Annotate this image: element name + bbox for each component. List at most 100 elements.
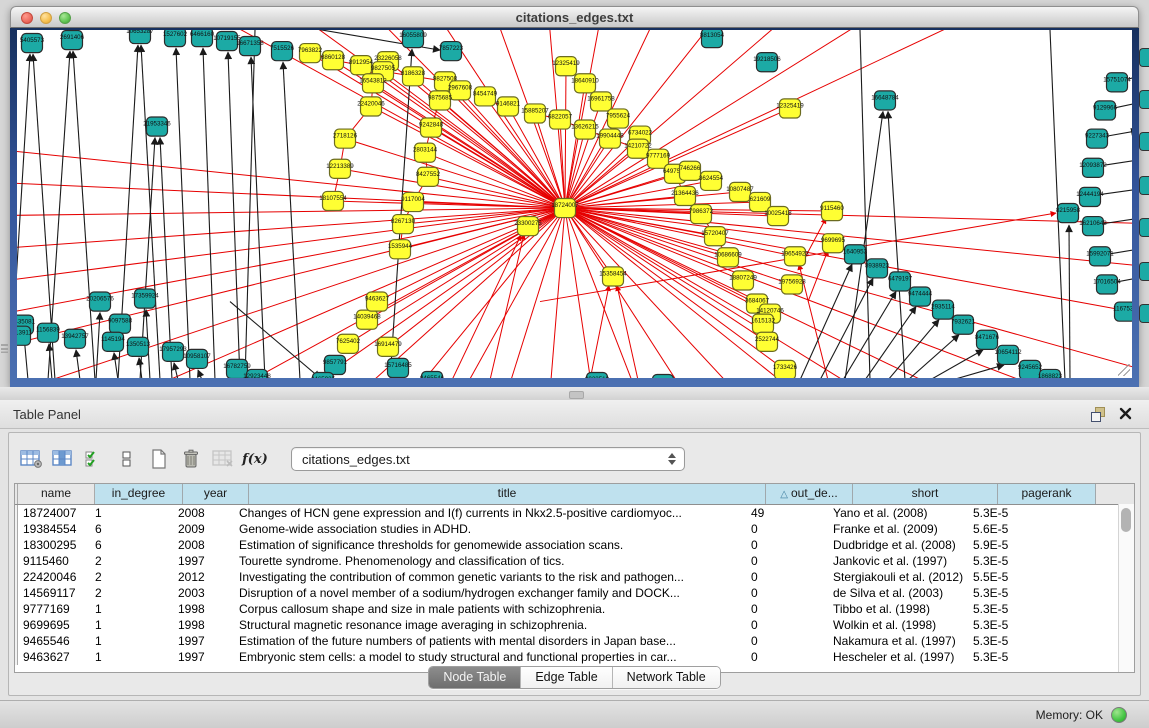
row-selection-icon[interactable] <box>81 446 109 472</box>
cell-title: Changes of HCN gene expression and I(f) … <box>234 505 746 521</box>
column-header-short[interactable]: short <box>853 484 998 504</box>
svg-text:9857791: 9857791 <box>323 359 348 366</box>
tab-edge-table[interactable]: Edge Table <box>521 667 612 688</box>
import-table-icon <box>209 446 237 472</box>
svg-text:16914479: 16914479 <box>374 341 402 348</box>
svg-text:16210643: 16210643 <box>1079 220 1107 227</box>
network-window-titlebar[interactable]: citations_edges.txt <box>10 6 1139 28</box>
table-row[interactable]: 911546021997Tourette syndrome. Phenomeno… <box>15 553 1134 569</box>
column-header-year[interactable]: year <box>183 484 249 504</box>
svg-text:9827505: 9827505 <box>371 65 396 72</box>
tab-network-table[interactable]: Network Table <box>613 667 720 688</box>
split-divider[interactable] <box>0 387 1149 400</box>
cell-short: Jankovic et al. (1997) <box>828 553 968 569</box>
table-tabbar: Node TableEdge TableNetwork Table <box>9 665 1140 689</box>
svg-text:10807487: 10807487 <box>726 186 754 193</box>
svg-text:1640953: 1640953 <box>843 248 868 255</box>
column-header-name[interactable]: name <box>18 484 95 504</box>
svg-text:3624554: 3624554 <box>699 175 724 182</box>
cell-short: Franke et al. (2009) <box>828 521 968 537</box>
svg-text:7932621: 7932621 <box>951 319 976 326</box>
svg-text:3313911: 3313911 <box>17 330 32 337</box>
svg-text:8813054: 8813054 <box>700 32 725 39</box>
svg-text:16648784: 16648784 <box>871 94 899 101</box>
svg-text:10653287: 10653287 <box>126 30 154 35</box>
cell-name: 9465546 <box>18 633 90 649</box>
panel-title: Table Panel <box>13 407 81 422</box>
scrollbar-thumb[interactable] <box>1121 508 1131 532</box>
table-row[interactable]: 2242004622012Investigating the contribut… <box>15 569 1134 585</box>
cell-title: Estimation of significance thresholds fo… <box>234 537 746 553</box>
cell-short: de Silva et al. (2003) <box>828 585 968 601</box>
table-row[interactable]: 946362711997Embryonic stem cells: a mode… <box>15 649 1134 665</box>
svg-text:7963822: 7963822 <box>298 47 323 54</box>
cell-year: 1998 <box>173 617 234 633</box>
cell-pagerank: 5.6E-5 <box>968 521 1061 537</box>
svg-text:1435081: 1435081 <box>17 319 36 326</box>
svg-text:15992071: 15992071 <box>1086 250 1114 257</box>
cell-name: 19384554 <box>18 521 90 537</box>
cell-out_de: 0 <box>746 617 828 633</box>
left-gutter-grip[interactable] <box>1 344 8 353</box>
delete-table-icon[interactable] <box>177 446 205 472</box>
svg-text:5405573: 5405573 <box>20 37 45 44</box>
table-row[interactable]: 1830029562008Estimation of significance … <box>15 537 1134 553</box>
column-header-out_de[interactable]: △out_de... <box>766 484 853 504</box>
svg-text:9875685: 9875685 <box>428 94 453 101</box>
table-row[interactable]: 946554611997Estimation of the future num… <box>15 633 1134 649</box>
cell-pagerank: 5.3E-5 <box>968 617 1061 633</box>
svg-text:1733426: 1733426 <box>773 364 798 371</box>
memory-status-label: Memory: OK <box>1036 708 1103 722</box>
cell-pagerank: 5.3E-5 <box>968 553 1061 569</box>
svg-text:18724007: 18724007 <box>551 202 579 209</box>
svg-text:23300275: 23300275 <box>514 220 542 227</box>
tab-node-table[interactable]: Node Table <box>429 667 521 688</box>
network-graph: 5405573269140610653287152760264661601071… <box>17 30 1132 378</box>
svg-text:12325419: 12325419 <box>776 102 804 109</box>
svg-text:9115460: 9115460 <box>820 205 844 212</box>
vertical-scrollbar[interactable] <box>1118 504 1134 672</box>
svg-text:9242848: 9242848 <box>419 122 444 129</box>
svg-text:7515526: 7515526 <box>270 45 295 52</box>
column-header-title[interactable]: title <box>249 484 766 504</box>
cell-short: Dudbridge et al. (2008) <box>828 537 968 553</box>
table-panel-header: Table Panel <box>0 400 1149 429</box>
cell-pagerank: 5.3E-5 <box>968 633 1061 649</box>
table-row[interactable]: 1456911722003Disruption of a novel membe… <box>15 585 1134 601</box>
svg-text:8938923: 8938923 <box>865 262 890 269</box>
column-header-in_degree[interactable]: in_degree <box>95 484 183 504</box>
rows-icon[interactable] <box>113 446 141 472</box>
function-builder-icon[interactable]: f(x) <box>241 446 269 472</box>
cell-name: 18724007 <box>18 505 90 521</box>
svg-text:1615132: 1615132 <box>751 318 776 325</box>
table-body: 1872400712008Changes of HCN gene express… <box>15 505 1134 665</box>
svg-text:8454749: 8454749 <box>473 90 498 97</box>
cell-out_de: 0 <box>746 553 828 569</box>
column-visibility-icon[interactable] <box>49 446 77 472</box>
svg-text:15358454: 15358454 <box>599 270 627 277</box>
column-header-pagerank[interactable]: pagerank <box>998 484 1096 504</box>
svg-text:7986372: 7986372 <box>689 208 714 215</box>
table-row[interactable]: 1872400712008Changes of HCN gene express… <box>15 505 1134 521</box>
svg-text:1350513: 1350513 <box>126 341 151 348</box>
svg-text:1167531: 1167531 <box>1113 306 1132 313</box>
divider-grip[interactable] <box>569 391 584 399</box>
svg-text:15885207: 15885207 <box>521 107 549 114</box>
table-row[interactable]: 1938455462009Genome-wide association stu… <box>15 521 1134 537</box>
table-row[interactable]: 969969511998Structural magnetic resonanc… <box>15 617 1134 633</box>
cell-title: Estimation of the future numbers of pati… <box>234 633 746 649</box>
svg-text:6822057: 6822057 <box>548 113 573 120</box>
cell-short: Nakamura et al. (1997) <box>828 633 968 649</box>
table-selector-dropdown[interactable]: citations_edges.txt <box>291 447 685 471</box>
new-table-icon[interactable] <box>145 446 173 472</box>
network-canvas[interactable]: 5405573269140610653287152760264661601071… <box>17 30 1132 378</box>
table-row[interactable]: 977716911998Corpus callosum shape and si… <box>15 601 1134 617</box>
dropdown-arrows-icon <box>667 452 676 466</box>
close-panel-icon[interactable] <box>1118 406 1133 421</box>
cell-out_de: 0 <box>746 649 828 665</box>
cell-out_de: 0 <box>746 569 828 585</box>
table-settings-icon[interactable] <box>17 446 45 472</box>
canvas-resize-grip[interactable] <box>1118 364 1130 376</box>
svg-text:15716485: 15716485 <box>384 362 412 369</box>
float-panel-icon[interactable] <box>1091 407 1105 421</box>
